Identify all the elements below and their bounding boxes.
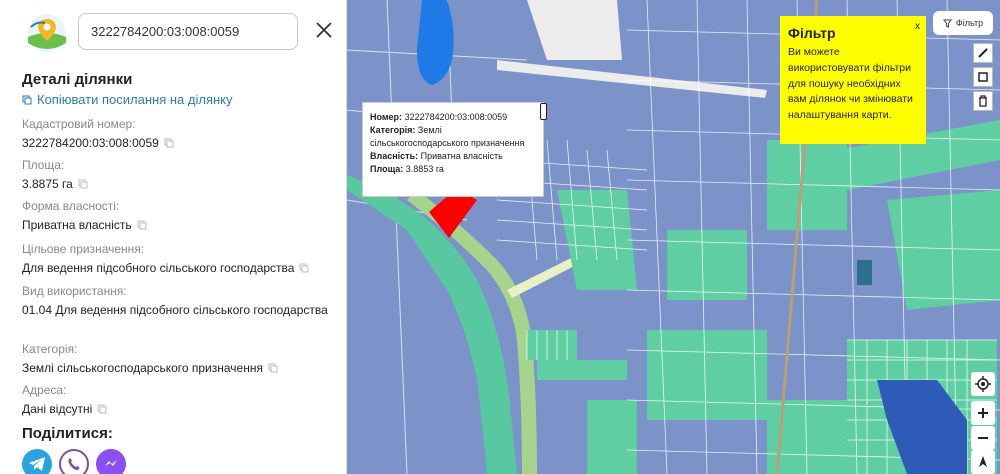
field-label: Категорія: <box>22 342 78 356</box>
copy-icon[interactable] <box>299 263 309 273</box>
details-title: Деталі ділянки <box>22 71 133 88</box>
search-input[interactable] <box>78 13 298 50</box>
target-icon <box>975 376 991 392</box>
copy-icon[interactable] <box>78 179 88 189</box>
funnel-icon <box>942 18 952 28</box>
parcel-popup: Номер: 3222784200:03:008:0059 Категорія:… <box>362 102 547 197</box>
copy-link-button[interactable]: Копіювати посилання на ділянку <box>22 92 233 107</box>
locate-button[interactable] <box>971 372 995 396</box>
details-panel: Деталі ділянки Копіювати посилання на ді… <box>0 0 347 474</box>
field-label: Адреса: <box>22 383 67 397</box>
field-cadastral-number: Кадастровий номер: 3222784200:03:008:005… <box>22 117 174 150</box>
telegram-icon <box>29 457 45 471</box>
compass-icon <box>979 456 987 467</box>
filter-close-button[interactable]: x <box>915 21 920 32</box>
zoom-out-button[interactable] <box>971 426 995 450</box>
viber-share-button[interactable] <box>59 449 89 474</box>
compass-button[interactable] <box>971 450 995 474</box>
popup-area: 3.8853 га <box>405 164 444 175</box>
field-label: Цільове призначення: <box>22 242 145 256</box>
copy-link-label: Копіювати посилання на ділянку <box>37 92 233 107</box>
filter-button[interactable]: Фільтр <box>933 11 993 35</box>
zoom-in-button[interactable] <box>971 401 995 425</box>
filter-text: Ви можете використовувати фільтри для по… <box>788 46 913 121</box>
popup-ownership-label: Власність: <box>370 151 419 162</box>
field-category: Категорія: Землі сільськогосподарського … <box>22 342 278 375</box>
popup-number: 3222784200:03:008:0059 <box>404 112 508 122</box>
popup-close-button[interactable] <box>540 103 547 120</box>
filter-info-box: Фільтр Ви можете використовувати фільтри… <box>780 16 926 144</box>
field-label: Кадастровий номер: <box>22 117 136 131</box>
popup-ownership: Приватна власність <box>420 151 503 162</box>
app-logo-icon[interactable] <box>27 13 67 53</box>
line-icon <box>978 48 988 58</box>
field-value: Для ведення підсобного сільського господ… <box>22 261 295 275</box>
field-value: Дані відсутні <box>22 402 93 416</box>
polygon-icon <box>978 72 988 82</box>
field-value: Приватна власність <box>22 218 132 232</box>
close-icon[interactable] <box>314 20 334 40</box>
share-title: Поділитися: <box>22 425 113 442</box>
copy-icon[interactable] <box>164 138 174 148</box>
draw-line-tool[interactable] <box>973 43 993 63</box>
popup-area-label: Площа: <box>370 164 404 175</box>
minus-icon <box>978 437 988 439</box>
field-label: Форма власності: <box>22 199 120 213</box>
telegram-share-button[interactable] <box>22 449 52 474</box>
delete-tool[interactable] <box>973 91 993 111</box>
field-purpose: Цільове призначення: Для ведення підсобн… <box>22 242 309 275</box>
field-value: 3.8875 га <box>22 177 73 191</box>
popup-number-label: Номер: <box>370 112 403 122</box>
field-value: 3222784200:03:008:0059 <box>22 136 159 150</box>
field-value: Землі сільськогосподарського призначення <box>22 361 263 375</box>
field-label: Вид використання: <box>22 284 127 298</box>
popup-category-label: Категорія: <box>370 125 416 136</box>
messenger-share-button[interactable] <box>96 449 126 474</box>
copy-icon[interactable] <box>137 220 147 230</box>
copy-icon <box>22 95 32 104</box>
field-address: Адреса: Дані відсутні <box>22 383 107 416</box>
draw-polygon-tool[interactable] <box>973 67 993 87</box>
field-usage: Вид використання: 01.04 Для ведення підс… <box>22 284 328 317</box>
viber-icon <box>68 458 80 470</box>
field-ownership: Форма власності: Приватна власність <box>22 199 147 232</box>
filter-title: Фільтр <box>788 25 836 41</box>
plus-icon <box>978 408 988 418</box>
copy-icon[interactable] <box>268 363 278 373</box>
trash-icon <box>979 95 987 107</box>
field-area: Площа: 3.8875 га <box>22 158 88 191</box>
messenger-icon <box>105 460 117 466</box>
field-label: Площа: <box>22 158 65 172</box>
filter-button-label: Фільтр <box>955 18 984 28</box>
field-value: 01.04 Для ведення підсобного сільського … <box>22 303 328 317</box>
copy-icon[interactable] <box>97 404 107 414</box>
